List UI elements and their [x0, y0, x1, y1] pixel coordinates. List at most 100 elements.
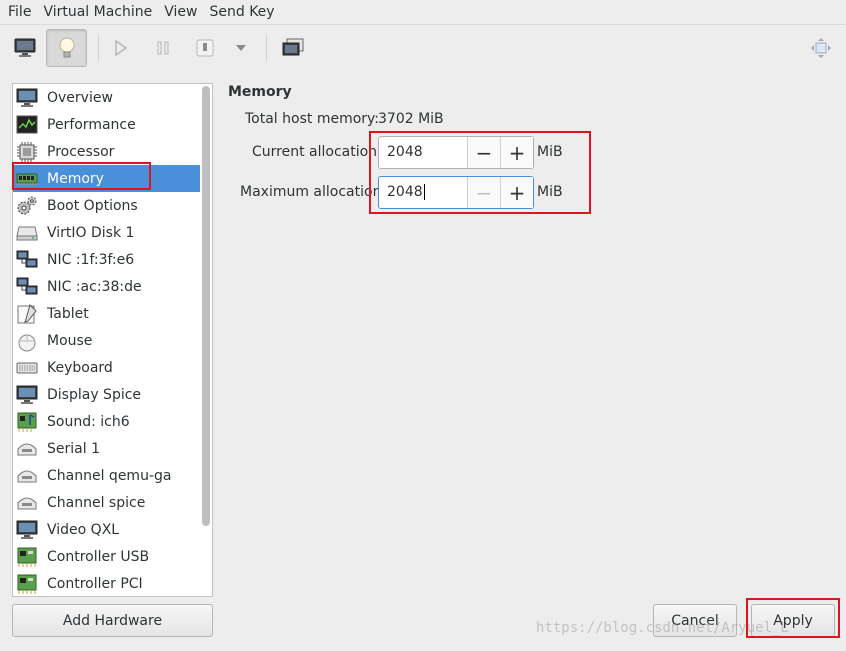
sidebar-item-label: Keyboard: [47, 359, 113, 376]
hardware-list[interactable]: Overview Performance Processor Memory Boot O…: [12, 83, 213, 597]
sidebar-item-label: Boot Options: [47, 197, 138, 214]
total-host-memory-label: Total host memory:: [245, 111, 380, 127]
current-allocation-input[interactable]: 2048: [379, 137, 467, 168]
snapshots-icon: [282, 38, 304, 56]
sidebar-item-channel-spice[interactable]: Channel spice: [13, 489, 200, 516]
sidebar-item-label: Controller PCI: [47, 575, 143, 592]
details-button[interactable]: [46, 29, 87, 67]
text-cursor: [423, 184, 425, 200]
memory-module-icon: [16, 168, 38, 190]
sidebar-item-sound-ich6[interactable]: Sound: ich6: [13, 408, 200, 435]
sidebar-item-label: Performance: [47, 116, 136, 133]
sidebar-item-label: Processor: [47, 143, 115, 160]
sidebar-item-memory[interactable]: Memory: [13, 165, 200, 192]
controller-card-icon: [16, 573, 38, 595]
performance-graph-icon: [16, 114, 38, 136]
sidebar-item-label: NIC :1f:3f:e6: [47, 251, 135, 268]
cpu-chip-icon: [16, 141, 38, 163]
menu-view[interactable]: View: [158, 0, 203, 24]
maximum-allocation-unit: MiB: [537, 184, 563, 200]
sidebar-item-nic-1f-3f-e6[interactable]: NIC :1f:3f:e6: [13, 246, 200, 273]
sidebar-item-display-spice[interactable]: Display Spice: [13, 381, 200, 408]
maximum-decrement-button[interactable]: −: [467, 177, 500, 208]
menu-send-key[interactable]: Send Key: [203, 0, 280, 24]
sidebar-item-label: VirtIO Disk 1: [47, 224, 135, 241]
sidebar-item-label: Controller USB: [47, 548, 150, 565]
tablet-icon: [16, 303, 38, 325]
sidebar-item-boot-options[interactable]: Boot Options: [13, 192, 200, 219]
sidebar-scrollbar[interactable]: [202, 86, 210, 526]
sidebar-item-performance[interactable]: Performance: [13, 111, 200, 138]
sidebar-item-nic-ac-38-de[interactable]: NIC :ac:38:de: [13, 273, 200, 300]
sidebar-item-tablet[interactable]: Tablet: [13, 300, 200, 327]
current-decrement-button[interactable]: −: [467, 137, 500, 168]
fullscreen-button[interactable]: [804, 31, 838, 65]
video-card-icon: [16, 519, 38, 541]
snapshots-button[interactable]: [276, 31, 310, 65]
fullscreen-icon: [811, 38, 831, 58]
console-button[interactable]: [8, 31, 42, 65]
console-icon: [14, 38, 36, 57]
current-allocation-label: Current allocation: [252, 144, 378, 160]
sidebar-item-label: Memory: [47, 170, 104, 187]
sidebar-item-mouse[interactable]: Mouse: [13, 327, 200, 354]
sidebar-item-label: Serial 1: [47, 440, 100, 457]
sidebar-item-label: Sound: ich6: [47, 413, 130, 430]
sidebar-item-video-qxl[interactable]: Video QXL: [13, 516, 200, 543]
current-increment-button[interactable]: +: [500, 137, 533, 168]
sidebar-item-serial-1[interactable]: Serial 1: [13, 435, 200, 462]
serial-port-icon: [16, 438, 38, 460]
watermark: https://blog.csdn.net/Aryuel_L: [536, 620, 789, 636]
dropdown-arrow-icon: [236, 45, 246, 51]
channel-icon: [16, 465, 38, 487]
network-icon: [16, 249, 38, 271]
sidebar-item-label: Overview: [47, 89, 113, 106]
sidebar-item-keyboard[interactable]: Keyboard: [13, 354, 200, 381]
run-icon: [115, 40, 128, 56]
menu-virtual-machine[interactable]: Virtual Machine: [37, 0, 158, 24]
sidebar-item-label: Mouse: [47, 332, 93, 349]
sound-card-icon: [16, 411, 38, 433]
hardware-list-items: Overview Performance Processor Memory Boot O…: [13, 84, 200, 596]
monitor-icon: [16, 87, 38, 109]
current-allocation-spinner: 2048 − +: [378, 136, 534, 169]
maximum-allocation-spinner: 2048 − +: [378, 176, 534, 209]
menubar: File Virtual Machine View Send Key: [0, 0, 846, 24]
sidebar-item-processor[interactable]: Processor: [13, 138, 200, 165]
sidebar-item-label: Video QXL: [47, 521, 120, 538]
disk-drive-icon: [16, 222, 38, 244]
shutdown-icon: [196, 39, 214, 57]
menu-file[interactable]: File: [2, 0, 37, 24]
maximum-increment-button[interactable]: +: [500, 177, 533, 208]
shutdown-button[interactable]: [188, 31, 222, 65]
sidebar-item-label: Display Spice: [47, 386, 142, 403]
current-allocation-unit: MiB: [537, 144, 563, 160]
maximum-allocation-value: 2048: [387, 184, 423, 200]
pause-icon: [157, 41, 169, 55]
run-button[interactable]: [104, 31, 138, 65]
display-icon: [16, 384, 38, 406]
channel-icon: [16, 492, 38, 514]
mouse-icon: [16, 330, 38, 352]
shutdown-menu-button[interactable]: [224, 31, 258, 65]
controller-card-icon: [16, 546, 38, 568]
sidebar-item-label: Channel spice: [47, 494, 146, 511]
sidebar-item-channel-qemu-ga[interactable]: Channel qemu-ga: [13, 462, 200, 489]
toolbar-separator: [266, 35, 267, 61]
maximum-allocation-input[interactable]: 2048: [379, 177, 467, 208]
toolbar: [0, 24, 846, 70]
sidebar-item-controller-pci[interactable]: Controller PCI: [13, 570, 200, 596]
details-lightbulb-icon: [59, 37, 74, 58]
keyboard-icon: [16, 357, 38, 379]
toolbar-separator: [98, 35, 99, 61]
sidebar-item-virtio-disk-1[interactable]: VirtIO Disk 1: [13, 219, 200, 246]
sidebar-item-controller-usb[interactable]: Controller USB: [13, 543, 200, 570]
pause-button[interactable]: [146, 31, 180, 65]
sidebar-item-overview[interactable]: Overview: [13, 84, 200, 111]
network-icon: [16, 276, 38, 298]
sidebar-item-label: NIC :ac:38:de: [47, 278, 142, 295]
maximum-allocation-label: Maximum allocation: [240, 184, 382, 200]
gears-icon: [16, 195, 38, 217]
total-host-memory-value: 3702 MiB: [378, 111, 444, 127]
add-hardware-button[interactable]: Add Hardware: [12, 604, 213, 637]
